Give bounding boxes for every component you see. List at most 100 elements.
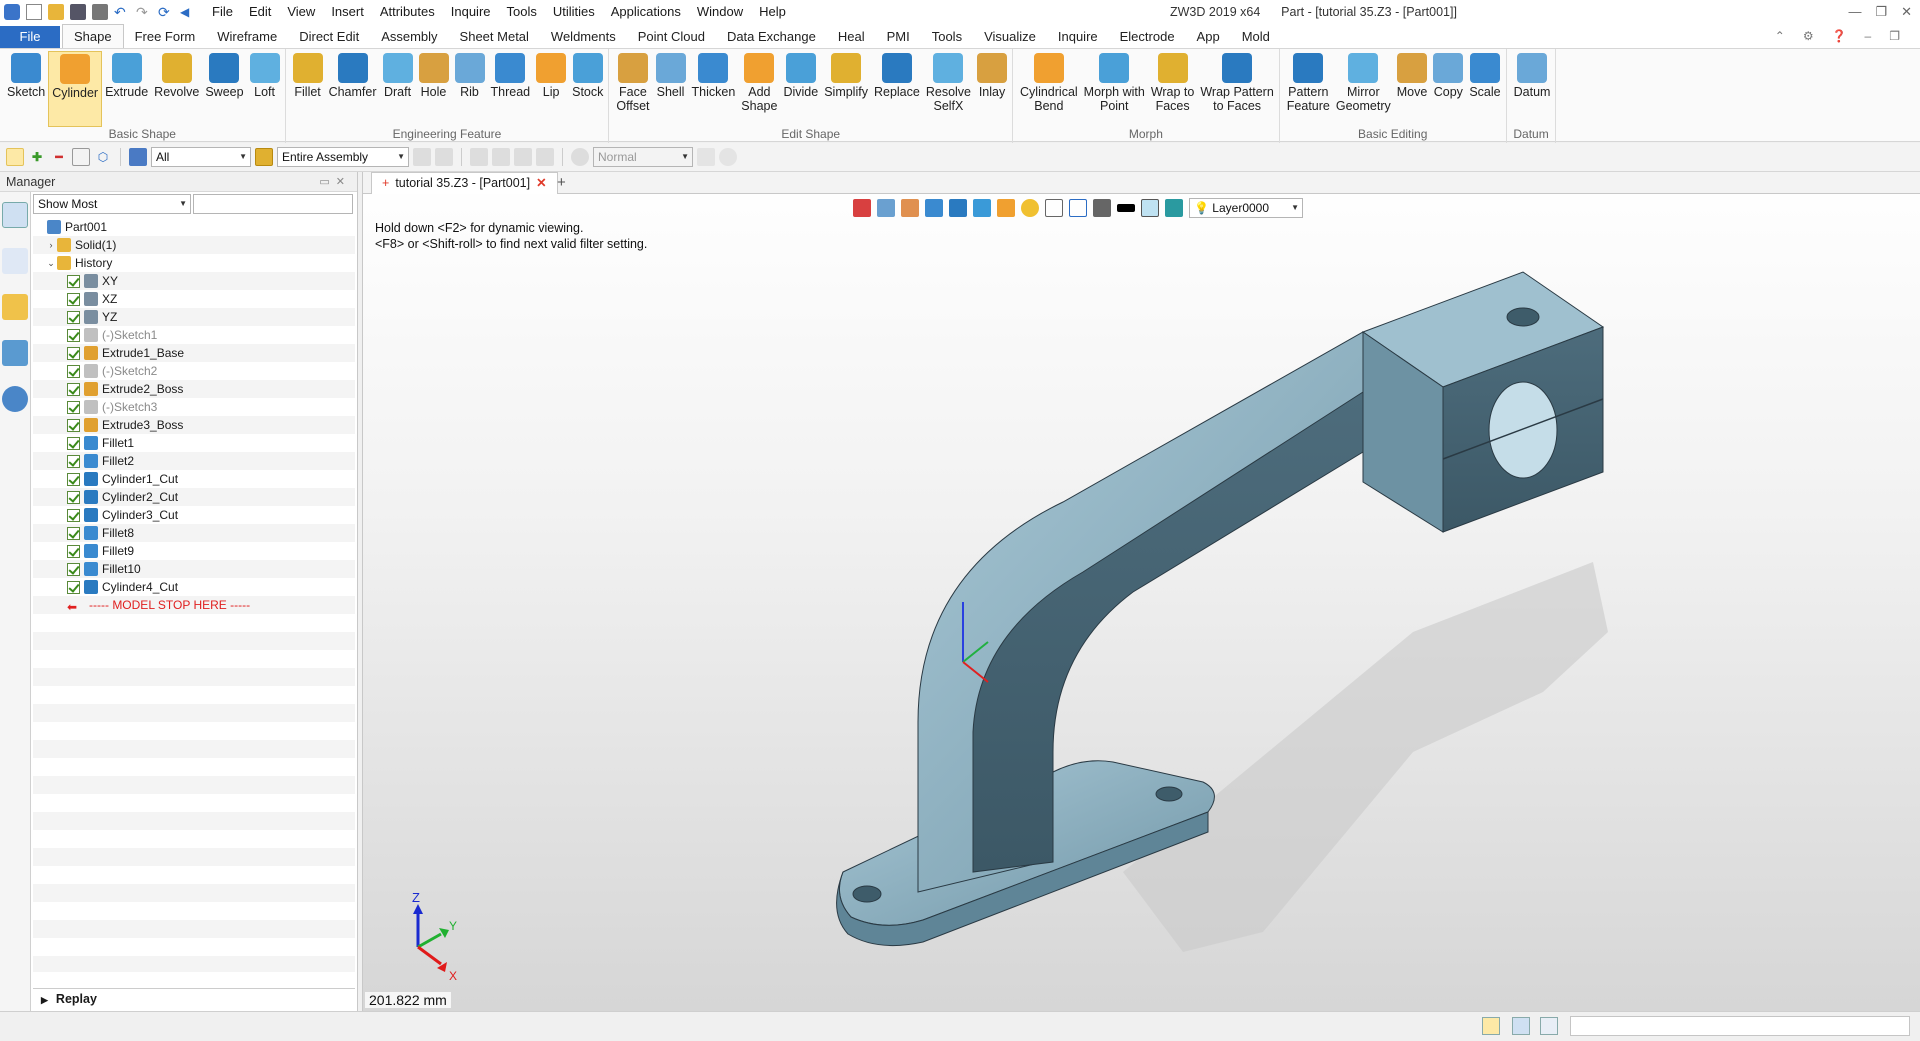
sweep-button[interactable]: Sweep bbox=[202, 51, 246, 127]
tree-item[interactable]: Fillet2 bbox=[33, 452, 355, 470]
model-3d-render[interactable]: Z Y X bbox=[363, 172, 1920, 1011]
visibility-checkbox[interactable] bbox=[67, 544, 80, 558]
visibility-checkbox[interactable] bbox=[67, 508, 80, 522]
graphics-viewport[interactable]: + tutorial 35.Z3 - [Part001] ✕ + 💡 Layer00… bbox=[362, 172, 1920, 1011]
user-icon[interactable] bbox=[2, 386, 28, 412]
tab-direct-edit[interactable]: Direct Edit bbox=[288, 26, 370, 48]
loft-button[interactable]: Loft bbox=[247, 51, 283, 127]
menu-item-edit[interactable]: Edit bbox=[241, 0, 279, 24]
revolve-button[interactable]: Revolve bbox=[151, 51, 202, 127]
visibility-checkbox[interactable] bbox=[67, 292, 80, 306]
print-icon[interactable] bbox=[92, 4, 108, 20]
morph-with-point-button[interactable]: Morph with Point bbox=[1081, 51, 1148, 127]
shell-button[interactable]: Shell bbox=[653, 51, 689, 127]
visibility-checkbox[interactable] bbox=[67, 472, 80, 486]
add-shape-button[interactable]: Add Shape bbox=[738, 51, 780, 127]
tree-item[interactable]: Fillet10 bbox=[33, 560, 355, 578]
face-offset-button[interactable]: Face Offset bbox=[613, 51, 652, 127]
tab-pmi[interactable]: PMI bbox=[876, 26, 921, 48]
tree-item[interactable]: Extrude3_Boss bbox=[33, 416, 355, 434]
sketch-button[interactable]: Sketch bbox=[4, 51, 48, 127]
lip-button[interactable]: Lip bbox=[533, 51, 569, 127]
show-filter-combo[interactable]: Show Most ▼ bbox=[33, 194, 191, 214]
gear-tool-icon[interactable] bbox=[719, 148, 737, 166]
refresh-icon[interactable]: ⟳ bbox=[158, 4, 174, 20]
remove-selection-icon[interactable]: ━ bbox=[50, 148, 68, 166]
menu-item-insert[interactable]: Insert bbox=[323, 0, 372, 24]
tree-item[interactable]: Extrude2_Boss bbox=[33, 380, 355, 398]
tree-item[interactable]: Fillet1 bbox=[33, 434, 355, 452]
tab-point-cloud[interactable]: Point Cloud bbox=[627, 26, 716, 48]
status-view-icon[interactable] bbox=[1482, 1017, 1500, 1035]
wrap-pattern-to-faces-button[interactable]: Wrap Pattern to Faces bbox=[1197, 51, 1276, 127]
mirror-geometry-button[interactable]: Mirror Geometry bbox=[1333, 51, 1394, 127]
open-folder-icon[interactable] bbox=[48, 4, 64, 20]
align-tool3-icon[interactable] bbox=[514, 148, 532, 166]
divide-button[interactable]: Divide bbox=[780, 51, 821, 127]
tree-item[interactable]: XZ bbox=[33, 290, 355, 308]
snap-tool2-icon[interactable] bbox=[435, 148, 453, 166]
history-manager-icon[interactable] bbox=[2, 202, 28, 228]
restore-small-icon[interactable]: ❐ bbox=[1889, 24, 1900, 48]
app-logo-icon[interactable] bbox=[4, 4, 20, 20]
settings-gear-icon[interactable]: ⚙ bbox=[1803, 24, 1814, 48]
manager-search-input[interactable] bbox=[193, 194, 353, 214]
tree-item[interactable]: Cylinder1_Cut bbox=[33, 470, 355, 488]
thread-button[interactable]: Thread bbox=[488, 51, 534, 127]
menu-item-help[interactable]: Help bbox=[751, 0, 794, 24]
tab-shape[interactable]: Shape bbox=[62, 24, 124, 48]
help-icon[interactable]: ❓ bbox=[1832, 24, 1847, 48]
render-mode-icon[interactable] bbox=[571, 148, 589, 166]
menu-item-tools[interactable]: Tools bbox=[499, 0, 545, 24]
menu-item-view[interactable]: View bbox=[279, 0, 323, 24]
tree-item[interactable]: Cylinder2_Cut bbox=[33, 488, 355, 506]
expand-arrow-icon[interactable]: › bbox=[45, 236, 57, 254]
close-icon[interactable]: ✕ bbox=[1901, 0, 1912, 24]
tree-item[interactable]: Fillet8 bbox=[33, 524, 355, 542]
minimize-icon[interactable]: — bbox=[1848, 0, 1861, 24]
visibility-checkbox[interactable] bbox=[67, 454, 80, 468]
menu-item-file[interactable]: File bbox=[204, 0, 241, 24]
new-file-icon[interactable] bbox=[26, 4, 42, 20]
visibility-checkbox[interactable] bbox=[67, 562, 80, 576]
tree-item[interactable]: ⌄ History bbox=[33, 254, 355, 272]
filter-icon[interactable] bbox=[129, 148, 147, 166]
stock-button[interactable]: Stock bbox=[569, 51, 606, 127]
simplify-button[interactable]: Simplify bbox=[821, 51, 871, 127]
restore-icon[interactable]: ❐ bbox=[1875, 0, 1887, 24]
tab-app[interactable]: App bbox=[1186, 26, 1231, 48]
scale-button[interactable]: Scale bbox=[1466, 51, 1503, 127]
visibility-checkbox[interactable] bbox=[67, 274, 80, 288]
pin-close-icon[interactable]: ▭✕ bbox=[319, 172, 351, 192]
move-button[interactable]: Move bbox=[1394, 51, 1431, 127]
redo-icon[interactable]: ↷ bbox=[136, 4, 152, 20]
datum-button[interactable]: Datum bbox=[1511, 51, 1554, 127]
chamfer-button[interactable]: Chamfer bbox=[326, 51, 380, 127]
visibility-checkbox[interactable] bbox=[67, 490, 80, 504]
visibility-checkbox[interactable] bbox=[67, 328, 80, 342]
tree-item[interactable]: YZ bbox=[33, 308, 355, 326]
command-input[interactable] bbox=[1570, 1016, 1910, 1036]
tree-item[interactable]: Fillet9 bbox=[33, 542, 355, 560]
visibility-checkbox[interactable] bbox=[67, 526, 80, 540]
thicken-button[interactable]: Thicken bbox=[689, 51, 739, 127]
menu-item-utilities[interactable]: Utilities bbox=[545, 0, 603, 24]
wrap-to-faces-button[interactable]: Wrap to Faces bbox=[1148, 51, 1198, 127]
pin-icon[interactable] bbox=[536, 148, 554, 166]
tree-item[interactable]: Cylinder4_Cut bbox=[33, 578, 355, 596]
menu-item-inquire[interactable]: Inquire bbox=[443, 0, 499, 24]
assembly-scope-combo[interactable]: Entire Assembly ▼ bbox=[277, 147, 409, 167]
back-arrow-icon[interactable]: ◀ bbox=[180, 4, 196, 20]
align-tool2-icon[interactable] bbox=[492, 148, 510, 166]
extrude-button[interactable]: Extrude bbox=[102, 51, 151, 127]
tree-item[interactable]: (-)Sketch2 bbox=[33, 362, 355, 380]
menu-item-applications[interactable]: Applications bbox=[603, 0, 689, 24]
tab-inquire[interactable]: Inquire bbox=[1047, 26, 1109, 48]
menu-item-window[interactable]: Window bbox=[689, 0, 751, 24]
tree-item[interactable]: (-)Sketch3 bbox=[33, 398, 355, 416]
cursor-tool-icon[interactable] bbox=[697, 148, 715, 166]
visibility-checkbox[interactable] bbox=[67, 310, 80, 324]
tab-heal[interactable]: Heal bbox=[827, 26, 876, 48]
resolve-selfx-button[interactable]: Resolve SelfX bbox=[923, 51, 974, 127]
visibility-checkbox[interactable] bbox=[67, 418, 80, 432]
